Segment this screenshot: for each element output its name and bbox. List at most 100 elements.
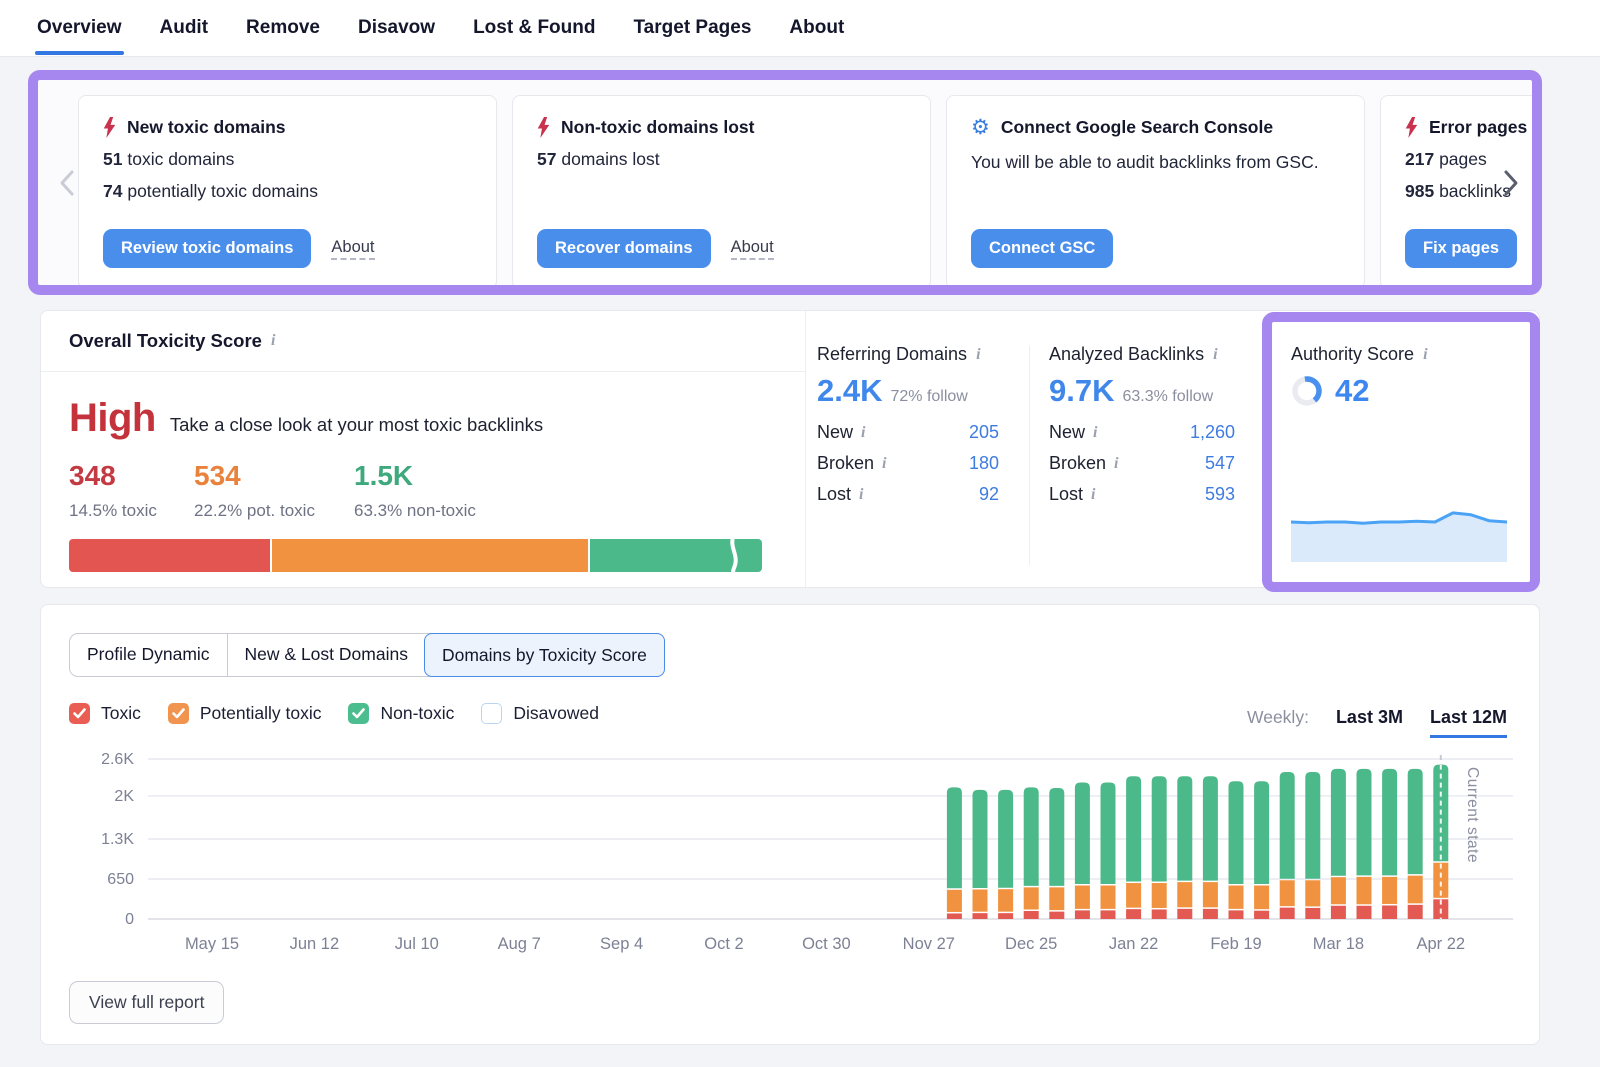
fix-pages-button[interactable]: Fix pages bbox=[1405, 229, 1517, 268]
toxicity-score-chart[interactable]: 06501.3K2K2.6KMay 15Jun 12Jul 10Aug 7Sep… bbox=[63, 747, 1523, 987]
overall-toxicity-section: Overall Toxicity Score i High Take a clo… bbox=[41, 311, 806, 587]
tab-disavow[interactable]: Disavow bbox=[358, 0, 435, 57]
info-icon[interactable]: i bbox=[1423, 346, 1427, 364]
about-link[interactable]: About bbox=[331, 238, 374, 260]
recover-domains-button[interactable]: Recover domains bbox=[537, 229, 711, 268]
bar-group[interactable] bbox=[973, 790, 988, 919]
lightning-icon bbox=[1405, 117, 1418, 138]
card-title: Non-toxic domains lost bbox=[561, 117, 754, 138]
toxic-bar-segment bbox=[69, 539, 270, 572]
authority-score-section: Authority Scorei 42 bbox=[1291, 344, 1506, 409]
active-tab-underline bbox=[35, 51, 124, 55]
x-axis-tick: Dec 25 bbox=[1005, 935, 1057, 953]
x-axis-tick: Jun 12 bbox=[290, 935, 340, 953]
tab-target-pages[interactable]: Target Pages bbox=[633, 0, 751, 57]
bar-group[interactable] bbox=[1254, 781, 1269, 919]
info-icon[interactable]: i bbox=[882, 455, 886, 473]
checkbox-unchecked-icon bbox=[481, 703, 502, 724]
bar-group[interactable] bbox=[1305, 772, 1320, 919]
info-icon[interactable]: i bbox=[1213, 346, 1217, 364]
tab-overview[interactable]: Overview bbox=[37, 0, 122, 57]
review-toxic-domains-button[interactable]: Review toxic domains bbox=[103, 229, 311, 268]
toxicity-title: Overall Toxicity Score bbox=[69, 330, 262, 352]
potentially-toxic-stat: 534 22.2% pot. toxic bbox=[194, 460, 354, 521]
analyzed-backlinks-value[interactable]: 9.7K bbox=[1049, 373, 1114, 409]
period-switcher: Weekly: Last 3M Last 12M bbox=[1247, 707, 1507, 738]
chart-card: Profile Dynamic New & Lost Domains Domai… bbox=[40, 604, 1540, 1045]
broken-backlinks-value[interactable]: 547 bbox=[1205, 453, 1235, 474]
bar-group[interactable] bbox=[947, 787, 962, 919]
bar-group[interactable] bbox=[1049, 788, 1064, 919]
non-toxic-stat: 1.5K 63.3% non-toxic bbox=[354, 460, 476, 521]
tab-domains-by-toxicity-score[interactable]: Domains by Toxicity Score bbox=[424, 633, 665, 677]
lightning-icon bbox=[103, 117, 116, 138]
chart-legend: Toxic Potentially toxic Non-toxic Disavo… bbox=[69, 703, 599, 724]
about-link[interactable]: About bbox=[731, 238, 774, 260]
stats-card: Overall Toxicity Score i High Take a clo… bbox=[40, 310, 1540, 588]
connect-gsc-button[interactable]: Connect GSC bbox=[971, 229, 1113, 268]
new-domains-value[interactable]: 205 bbox=[969, 422, 999, 443]
period-last-12m[interactable]: Last 12M bbox=[1430, 707, 1507, 738]
toxicity-distribution-bar[interactable] bbox=[69, 539, 762, 572]
lost-backlinks-value[interactable]: 593 bbox=[1205, 484, 1235, 505]
bar-group[interactable] bbox=[1152, 776, 1167, 919]
info-icon[interactable]: i bbox=[1114, 455, 1118, 473]
tab-lost-and-found[interactable]: Lost & Found bbox=[473, 0, 595, 57]
bar-group[interactable] bbox=[1229, 781, 1244, 919]
bar-group[interactable] bbox=[1357, 769, 1372, 919]
carousel-prev-button[interactable] bbox=[55, 168, 81, 198]
bar-group[interactable] bbox=[1382, 769, 1397, 919]
tab-audit[interactable]: Audit bbox=[160, 0, 209, 57]
card-new-toxic-domains: New toxic domains 51 toxic domains 74 po… bbox=[78, 95, 497, 289]
y-axis-tick: 650 bbox=[107, 871, 134, 888]
current-state-annotation: Current state bbox=[1464, 767, 1481, 863]
new-backlinks-value[interactable]: 1,260 bbox=[1190, 422, 1235, 443]
x-axis-tick: Mar 18 bbox=[1313, 935, 1364, 953]
referring-domains-section: Referring Domainsi 2.4K72% follow Newi20… bbox=[817, 344, 999, 505]
carousel-cards: New toxic domains 51 toxic domains 74 po… bbox=[78, 95, 1542, 289]
checkbox-checked-icon bbox=[348, 703, 369, 724]
carousel-next-button[interactable] bbox=[1497, 168, 1523, 198]
recommendation-carousel: New toxic domains 51 toxic domains 74 po… bbox=[28, 70, 1542, 295]
referring-domains-value[interactable]: 2.4K bbox=[817, 373, 882, 409]
info-icon[interactable]: i bbox=[271, 332, 275, 350]
info-icon[interactable]: i bbox=[976, 346, 980, 364]
bar-group[interactable] bbox=[998, 790, 1013, 919]
bar-group[interactable] bbox=[1433, 765, 1448, 919]
lost-domains-value[interactable]: 92 bbox=[979, 484, 999, 505]
bar-group[interactable] bbox=[1408, 769, 1423, 919]
card-title: Error pages bbox=[1429, 117, 1527, 138]
bar-group[interactable] bbox=[1203, 776, 1218, 919]
info-icon[interactable]: i bbox=[1093, 424, 1097, 442]
toxic-stat: 348 14.5% toxic bbox=[69, 460, 194, 521]
legend-potentially-toxic[interactable]: Potentially toxic bbox=[168, 703, 322, 724]
bar-group[interactable] bbox=[1280, 772, 1295, 919]
chart-view-switcher: Profile Dynamic New & Lost Domains Domai… bbox=[69, 633, 665, 677]
follow-ratio: 72% follow bbox=[890, 388, 967, 406]
bar-group[interactable] bbox=[1126, 776, 1141, 919]
column-divider bbox=[1029, 346, 1030, 565]
x-axis-tick: Oct 30 bbox=[802, 935, 851, 953]
x-axis-tick: Sep 4 bbox=[600, 935, 643, 953]
bar-group[interactable] bbox=[1075, 782, 1090, 919]
period-last-3m[interactable]: Last 3M bbox=[1336, 707, 1403, 735]
authority-trend-sparkline bbox=[1291, 504, 1507, 567]
bar-group[interactable] bbox=[1177, 776, 1192, 919]
authority-donut bbox=[1291, 375, 1323, 407]
legend-toxic[interactable]: Toxic bbox=[69, 703, 141, 724]
potentially-toxic-bar-segment bbox=[272, 539, 588, 572]
info-icon[interactable]: i bbox=[1091, 486, 1095, 504]
info-icon[interactable]: i bbox=[859, 486, 863, 504]
tab-remove[interactable]: Remove bbox=[246, 0, 320, 57]
tab-new-lost-domains[interactable]: New & Lost Domains bbox=[227, 634, 425, 676]
legend-non-toxic[interactable]: Non-toxic bbox=[348, 703, 454, 724]
bar-group[interactable] bbox=[1101, 782, 1116, 919]
view-full-report-button[interactable]: View full report bbox=[69, 981, 224, 1024]
tab-about[interactable]: About bbox=[789, 0, 844, 57]
bar-group[interactable] bbox=[1024, 787, 1039, 919]
tab-profile-dynamic[interactable]: Profile Dynamic bbox=[70, 634, 227, 676]
broken-domains-value[interactable]: 180 bbox=[969, 453, 999, 474]
info-icon[interactable]: i bbox=[861, 424, 865, 442]
legend-disavowed[interactable]: Disavowed bbox=[481, 703, 599, 724]
bar-group[interactable] bbox=[1331, 769, 1346, 919]
